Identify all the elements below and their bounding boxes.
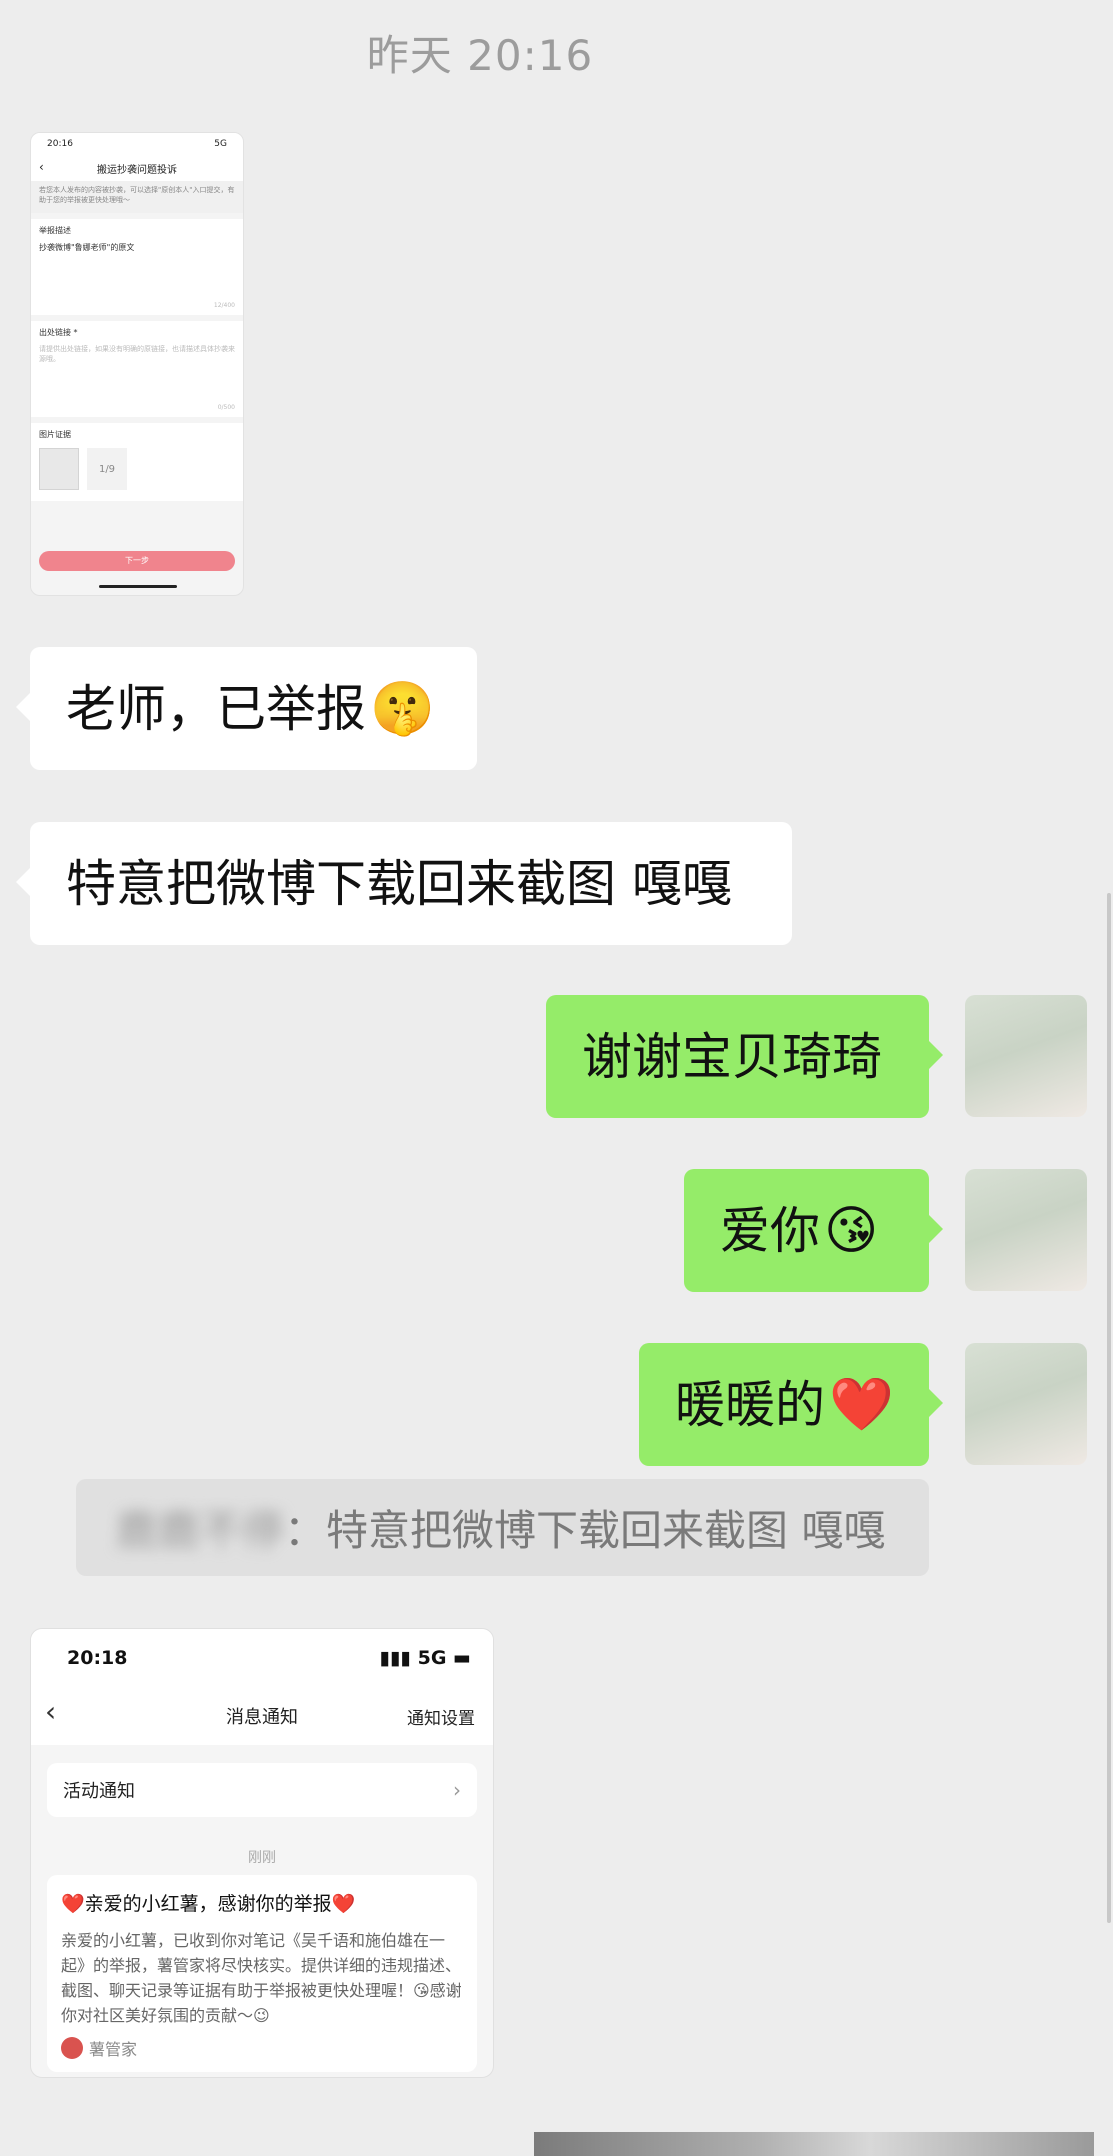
message-bubble-right[interactable]: 爱你 😘 <box>684 1169 943 1292</box>
avatar[interactable] <box>965 995 1087 1117</box>
back-icon: ‹ <box>39 160 44 174</box>
activity-notifications-row: 活动通知 › <box>47 1763 477 1817</box>
nav-title: 搬运抄袭问题投诉 <box>97 164 177 176</box>
sender-avatar <box>61 2037 83 2059</box>
message-text: 谢谢宝贝琦琦 <box>582 1027 882 1086</box>
chevron-right-icon: › <box>453 1778 461 1802</box>
chat-timestamp: 昨天 20:16 <box>366 31 594 80</box>
images-label: 图片证据 <box>39 430 71 439</box>
camera-icon: 1/9 <box>87 448 127 490</box>
message-bubble-left[interactable]: 老师，已举报 🤫 <box>16 647 477 770</box>
quoted-message[interactable]: 鹿鹿不停 ：特意把微博下载回来截图 嘎嘎 <box>76 1479 929 1576</box>
notification-body: 亲爱的小红薯，已收到你对笔记《吴千语和施伯雄在一起》的举报，薯管家将尽快核实。提… <box>61 1931 462 2025</box>
message-text: 特意把微博下载回来截图 嘎嘎 <box>66 854 732 913</box>
quote-sender: 鹿鹿不停 <box>116 1506 285 1555</box>
notification-settings-link: 通知设置 <box>407 1708 475 1729</box>
report-screenshot-image[interactable]: 20:16 5G ‹ 搬运抄袭问题投诉 若您本人发布的内容被抄袭，可以选择"原创… <box>30 132 244 596</box>
evidence-thumbnail <box>39 448 79 490</box>
message-bubble-left[interactable]: 特意把微博下载回来截图 嘎嘎 <box>16 822 792 945</box>
link-card: 出处链接 * 请提供出处链接，如果没有明确的原链接，也请描述具体抄袭来源哦。 0… <box>31 321 243 417</box>
status-network: ▮▮▮ 5G ▬ <box>379 1647 471 1669</box>
kiss-emoji-icon: 😘 <box>824 1200 879 1261</box>
add-count: 1/9 <box>98 463 116 475</box>
notification-screenshot-image[interactable]: 20:18 ▮▮▮ 5G ▬ ‹ 消息通知 通知设置 活动通知 › 刚刚 ❤️亲… <box>30 1628 494 2078</box>
bubble-tail <box>16 868 30 896</box>
message-text: 老师，已举报 <box>66 679 366 738</box>
status-bar: 20:18 ▮▮▮ 5G ▬ <box>31 1629 493 1687</box>
images-card: 图片证据 1/9 <box>31 423 243 501</box>
activity-label: 活动通知 <box>63 1781 135 1802</box>
partial-image[interactable] <box>534 2132 1094 2156</box>
link-placeholder: 请提供出处链接，如果没有明确的原链接，也请描述具体抄袭来源哦。 <box>39 345 235 363</box>
next-button: 下一步 <box>39 551 235 571</box>
status-time: 20:18 <box>67 1647 128 1669</box>
shush-emoji-icon: 🤫 <box>370 678 435 739</box>
bubble-tail <box>929 1389 943 1417</box>
message-time: 刚刚 <box>248 1850 276 1866</box>
link-count: 0/500 <box>217 404 235 411</box>
status-bar: 20:16 5G <box>31 133 243 155</box>
bubble-tail <box>929 1041 943 1069</box>
notification-sender: 薯管家 <box>61 2036 463 2060</box>
message-text: 暖暖的 <box>675 1375 825 1434</box>
status-network: 5G <box>214 139 227 149</box>
message-bubble-right[interactable]: 暖暖的 ❤️ <box>639 1343 943 1466</box>
nav-title: 消息通知 <box>226 1707 298 1728</box>
notification-card: ❤️亲爱的小红薯，感谢你的举报❤️ 亲爱的小红薯，已收到你对笔记《吴千语和施伯雄… <box>47 1875 477 2072</box>
battery-icon: ▬ <box>453 1647 471 1669</box>
signal-icon: ▮▮▮ <box>379 1647 418 1669</box>
description-label: 举报描述 <box>39 226 71 235</box>
description-count: 12/400 <box>213 302 235 309</box>
sender-name: 薯管家 <box>89 2040 138 2059</box>
nav-bar: ‹ 搬运抄袭问题投诉 <box>31 155 243 181</box>
scrollbar[interactable] <box>1107 893 1111 1923</box>
heart-emoji-icon: ❤️ <box>829 1374 894 1435</box>
nav-bar: ‹ 消息通知 通知设置 <box>31 1687 493 1745</box>
avatar[interactable] <box>965 1169 1087 1291</box>
bubble-tail <box>16 693 30 721</box>
message-text: 爱你 <box>720 1201 820 1260</box>
home-indicator <box>99 585 177 588</box>
message-bubble-right[interactable]: 谢谢宝贝琦琦 <box>546 995 943 1118</box>
description-card: 举报描述 抄袭微博"鲁娜老师"的原文 12/400 <box>31 219 243 315</box>
back-icon: ‹ <box>45 1695 57 1728</box>
description-value: 抄袭微博"鲁娜老师"的原文 <box>39 243 135 252</box>
status-time: 20:16 <box>47 139 73 149</box>
link-label: 出处链接 * <box>39 328 78 337</box>
notice-text: 若您本人发布的内容被抄袭，可以选择"原创本人"入口提交，有助于您的举报被更快处理… <box>31 181 243 213</box>
quote-text: ：特意把微博下载回来截图 嘎嘎 <box>284 1506 886 1555</box>
avatar[interactable] <box>965 1343 1087 1465</box>
bubble-tail <box>929 1215 943 1243</box>
notification-title: ❤️亲爱的小红薯，感谢你的举报❤️ <box>61 1893 356 1915</box>
